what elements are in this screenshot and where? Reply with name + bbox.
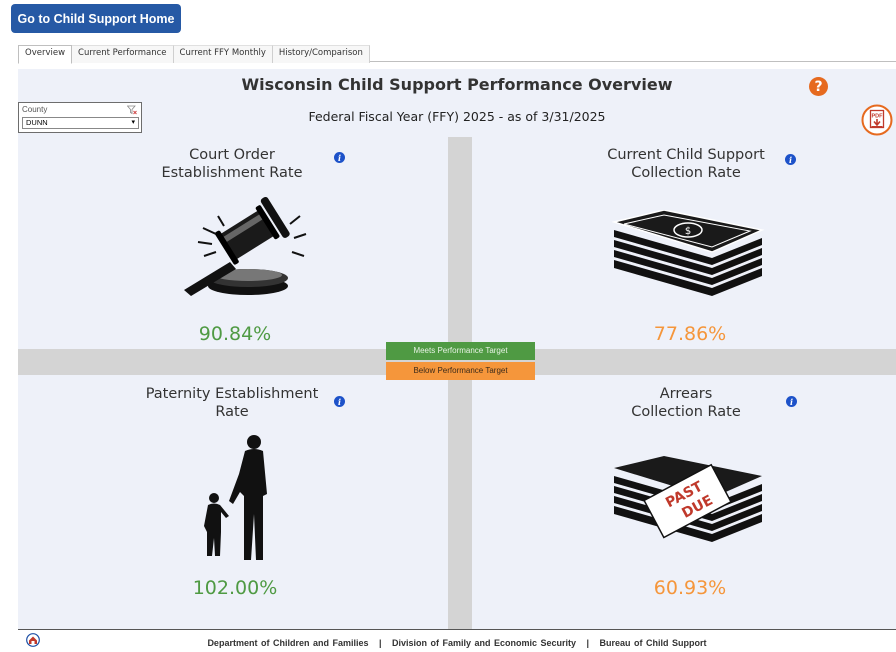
chevron-down-icon: ▾ — [131, 119, 135, 126]
county-filter: County DUNN ▾ — [18, 102, 142, 133]
footer: Department of Children and Families | Di… — [18, 629, 896, 652]
court-order-info-icon[interactable]: i — [334, 152, 345, 163]
current-collection-title: Current Child Support Collection Rate — [556, 146, 816, 182]
gavel-icon — [184, 196, 307, 296]
arrears-title-line1: Arrears — [659, 386, 713, 402]
money-stack-icon: $ — [612, 210, 765, 296]
svg-text:PDF: PDF — [872, 114, 884, 120]
current-collection-info-icon[interactable]: i — [785, 154, 796, 165]
paternity-title-line2: Rate — [215, 404, 249, 420]
tab-current-performance[interactable]: Current Performance — [72, 45, 174, 63]
court-order-title-line2: Establishment Rate — [161, 165, 303, 181]
court-order-title-line1: Court Order — [189, 147, 275, 163]
arrears-title: Arrears Collection Rate — [556, 385, 816, 421]
past-due-money-icon: PAST DUE — [614, 456, 762, 542]
current-collection-value: 77.86% — [653, 323, 727, 345]
court-order-value: 90.84% — [198, 323, 272, 345]
dashboard: Wisconsin Child Support Performance Over… — [18, 69, 896, 629]
legend-meets-target: Meets Performance Target — [386, 342, 535, 360]
legend-below-target: Below Performance Target — [386, 362, 535, 380]
arrears-value: 60.93% — [653, 577, 727, 599]
help-icon[interactable]: ? — [809, 77, 828, 96]
page-subtitle: Federal Fiscal Year (FFY) 2025 - as of 3… — [308, 109, 606, 124]
court-order-title: Court Order Establishment Rate — [102, 146, 362, 182]
paternity-title-line1: Paternity Establishment — [145, 386, 319, 402]
svg-text:$: $ — [685, 226, 691, 237]
paternity-info-icon[interactable]: i — [334, 396, 345, 407]
father-child-icon — [204, 435, 267, 560]
tab-overview[interactable]: Overview — [18, 45, 73, 64]
pdf-download-icon[interactable]: PDF — [861, 104, 893, 136]
clear-filter-icon[interactable] — [127, 105, 137, 115]
current-collection-title-line2: Collection Rate — [631, 165, 741, 181]
tab-bar: Overview Current Performance Current FFY… — [18, 45, 896, 64]
paternity-title: Paternity Establishment Rate — [102, 385, 362, 421]
page-title: Wisconsin Child Support Performance Over… — [241, 75, 673, 94]
arrears-info-icon[interactable]: i — [786, 396, 797, 407]
arrears-title-line2: Collection Rate — [631, 404, 741, 420]
footer-text: Department of Children and Families | Di… — [207, 638, 707, 648]
tab-history-comparison[interactable]: History/Comparison — [272, 45, 370, 63]
go-to-child-support-home-button[interactable]: Go to Child Support Home — [11, 4, 181, 33]
county-select-value: DUNN — [26, 118, 48, 127]
current-collection-title-line1: Current Child Support — [607, 147, 765, 163]
quadrant-divider-vertical — [448, 137, 472, 629]
county-label: County — [22, 105, 48, 114]
paternity-value: 102.00% — [192, 577, 278, 599]
tab-current-ffy-monthly[interactable]: Current FFY Monthly — [173, 45, 273, 63]
county-select[interactable]: DUNN ▾ — [22, 117, 139, 129]
